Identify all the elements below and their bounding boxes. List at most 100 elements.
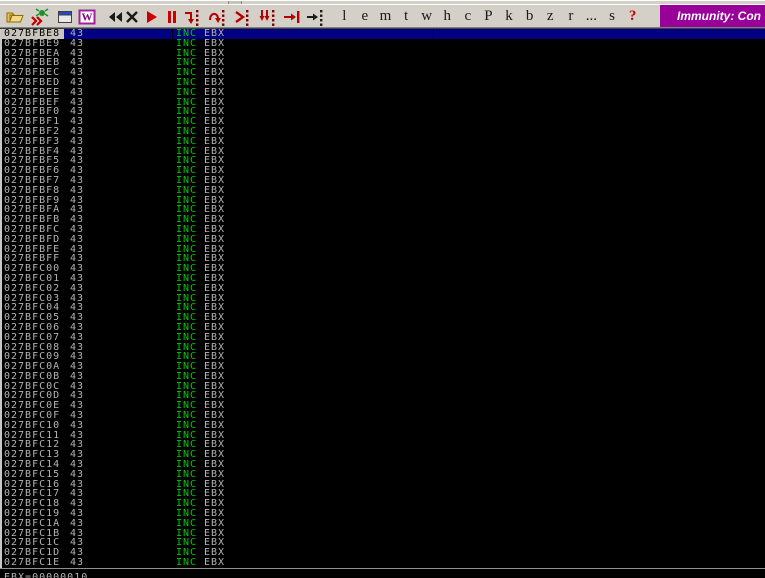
disasm-row[interactable]: 027BFC1C 43 INC EBX — [0, 538, 765, 548]
disasm-row[interactable]: 027BFBE9 43 INC EBX — [0, 38, 765, 49]
disasm-row[interactable]: 027BFC01 43 INC EBX — [0, 274, 765, 284]
disasm-row[interactable]: 027BFC16 43 INC EBX — [0, 479, 765, 490]
disasm-row[interactable]: 027BFBF3 43 INC EBX — [0, 136, 765, 147]
disasm-row[interactable]: 027BFBF0 43 INC EBX — [0, 107, 765, 117]
disasm-row[interactable]: 027BFBFC 43 INC EBX — [0, 225, 765, 235]
run-button[interactable] — [140, 6, 162, 27]
step-into-button[interactable] — [181, 6, 203, 27]
disasm-row[interactable]: 027BFBF9 43 INC EBX — [0, 195, 765, 206]
windows-list-button[interactable]: W — [76, 6, 98, 27]
window-button-help[interactable]: ? — [622, 8, 643, 25]
disasm-row[interactable]: 027BFBFA 43 INC EBX — [0, 205, 765, 215]
disasm-row[interactable]: 027BFBF2 43 INC EBX — [0, 127, 765, 137]
open-file-button[interactable] — [4, 6, 26, 27]
disasm-row[interactable]: 027BFC0B 43 INC EBX — [0, 371, 765, 382]
main-toolbar: W l e m t w h c P k b z r ... s ? Immuni… — [0, 4, 765, 28]
disasm-row[interactable]: 027BFC1B 43 INC EBX — [0, 528, 765, 539]
disasm-row[interactable]: 027BFC06 43 INC EBX — [0, 323, 765, 333]
window-button-hardware-breakpoints[interactable]: z — [540, 8, 561, 25]
disasm-row[interactable]: 027BFBEB 43 INC EBX — [0, 58, 765, 68]
disasm-rows: 027BFBE8 43 INC EBX 027BFBE9 43 INC EBX … — [0, 29, 765, 568]
disasm-row[interactable]: 027BFBF6 43 INC EBX — [0, 166, 765, 176]
window-button-patches[interactable]: P — [478, 8, 499, 25]
disasm-row[interactable]: 027BFBF8 43 INC EBX — [0, 185, 765, 196]
disasm-row[interactable]: 027BFBEC 43 INC EBX — [0, 68, 765, 78]
window-button-handles[interactable]: h — [437, 8, 458, 25]
disasm-row[interactable]: 027BFC17 43 INC EBX — [0, 489, 765, 499]
disasm-row[interactable]: 027BFBEA 43 INC EBX — [0, 48, 765, 59]
pane-left-edge — [0, 29, 2, 568]
disasm-row[interactable]: 027BFC07 43 INC EBX — [0, 332, 765, 343]
disasm-row[interactable]: 027BFBE8 43 INC EBX — [0, 29, 765, 39]
row-mnemonic: INC — [176, 557, 198, 569]
disasm-row[interactable]: 027BFBEE 43 INC EBX — [0, 87, 765, 98]
disasm-row[interactable]: 027BFC14 43 INC EBX — [0, 460, 765, 470]
disasm-row[interactable]: 027BFBED 43 INC EBX — [0, 78, 765, 88]
window-button-source[interactable]: s — [602, 8, 623, 25]
disasm-row[interactable]: 027BFBF5 43 INC EBX — [0, 156, 765, 166]
disasm-row[interactable]: 027BFC05 43 INC EBX — [0, 313, 765, 323]
disasm-row[interactable]: 027BFBFE 43 INC EBX — [0, 244, 765, 255]
disasm-row[interactable]: 027BFBF1 43 INC EBX — [0, 117, 765, 127]
disasm-row[interactable]: 027BFC10 43 INC EBX — [0, 420, 765, 431]
window-button-threads[interactable]: t — [396, 8, 417, 25]
step-over-button[interactable] — [206, 6, 228, 27]
disasm-row[interactable]: 027BFC19 43 INC EBX — [0, 509, 765, 519]
disasm-row[interactable]: 027BFC1E 43 INC EBX — [0, 558, 765, 568]
disasm-row[interactable]: 027BFC03 43 INC EBX — [0, 293, 765, 304]
window-button-log[interactable]: l — [334, 8, 355, 25]
step-over-icon — [207, 7, 227, 27]
disasm-row[interactable]: 027BFC0D 43 INC EBX — [0, 391, 765, 401]
window-icon — [55, 7, 75, 27]
trace-into-button[interactable] — [231, 6, 253, 27]
window-button-run-trace[interactable]: ... — [581, 8, 602, 25]
disasm-row[interactable]: 027BFBFD 43 INC EBX — [0, 234, 765, 245]
w-window-icon: W — [77, 7, 97, 27]
window-button-executables[interactable]: e — [355, 8, 376, 25]
disasm-row[interactable]: 027BFC11 43 INC EBX — [0, 430, 765, 441]
disasm-row[interactable]: 027BFC0A 43 INC EBX — [0, 362, 765, 372]
disasm-row[interactable]: 027BFC04 43 INC EBX — [0, 303, 765, 313]
disasm-row[interactable]: 027BFBF7 43 INC EBX — [0, 176, 765, 186]
immunity-banner: Immunity: Con — [660, 5, 765, 27]
disasm-row[interactable]: 027BFC0C 43 INC EBX — [0, 381, 765, 392]
disasm-row[interactable]: 027BFC00 43 INC EBX — [0, 264, 765, 274]
disasm-row[interactable]: 027BFC0E 43 INC EBX — [0, 401, 765, 411]
go-to-icon — [305, 7, 325, 27]
until-return-icon — [282, 7, 302, 27]
row-bytes: 43 — [70, 557, 85, 569]
trace-over-button[interactable] — [256, 6, 278, 27]
disasm-row[interactable]: 027BFC1A 43 INC EBX — [0, 518, 765, 529]
disasm-row[interactable]: 027BFC1D 43 INC EBX — [0, 548, 765, 558]
window-button-memory[interactable]: m — [375, 8, 396, 25]
restart-process-button[interactable] — [28, 6, 50, 27]
disasm-row[interactable]: 027BFC18 43 INC EBX — [0, 499, 765, 509]
trace-into-icon — [232, 7, 252, 27]
info-pane: EBX=00000010 — [0, 568, 765, 578]
disasm-row[interactable]: 027BFC15 43 INC EBX — [0, 469, 765, 480]
window-button-windows[interactable]: w — [416, 8, 437, 25]
disasm-row[interactable]: 027BFC0F 43 INC EBX — [0, 411, 765, 421]
pause-button[interactable] — [161, 6, 183, 27]
disasm-row[interactable]: 027BFC02 43 INC EBX — [0, 283, 765, 294]
pause-icon — [162, 7, 182, 27]
disasm-row[interactable]: 027BFBF4 43 INC EBX — [0, 146, 765, 157]
window-button-call-stack[interactable]: k — [499, 8, 520, 25]
info-pane-text: EBX=00000010 — [4, 572, 89, 578]
disasm-row[interactable]: 027BFC13 43 INC EBX — [0, 450, 765, 460]
disasm-row[interactable]: 027BFC09 43 INC EBX — [0, 352, 765, 362]
play-icon — [141, 7, 161, 27]
disasm-row[interactable]: 027BFC12 43 INC EBX — [0, 440, 765, 450]
execute-till-return-button[interactable] — [281, 6, 303, 27]
window-button-references[interactable]: r — [561, 8, 582, 25]
disasm-row[interactable]: 027BFBFF 43 INC EBX — [0, 254, 765, 264]
window-button-cpu[interactable]: c — [458, 8, 479, 25]
window-button-breakpoints[interactable]: b — [519, 8, 540, 25]
go-to-button[interactable] — [304, 6, 326, 27]
disasm-row[interactable]: 027BFBFB 43 INC EBX — [0, 215, 765, 225]
log-window-button[interactable] — [54, 6, 76, 27]
window-buttons: l e m t w h c Pk b z r... s? — [334, 5, 643, 27]
disasm-row[interactable]: 027BFC08 43 INC EBX — [0, 342, 765, 353]
close-icon — [122, 7, 142, 27]
disasm-row[interactable]: 027BFBEF 43 INC EBX — [0, 97, 765, 108]
